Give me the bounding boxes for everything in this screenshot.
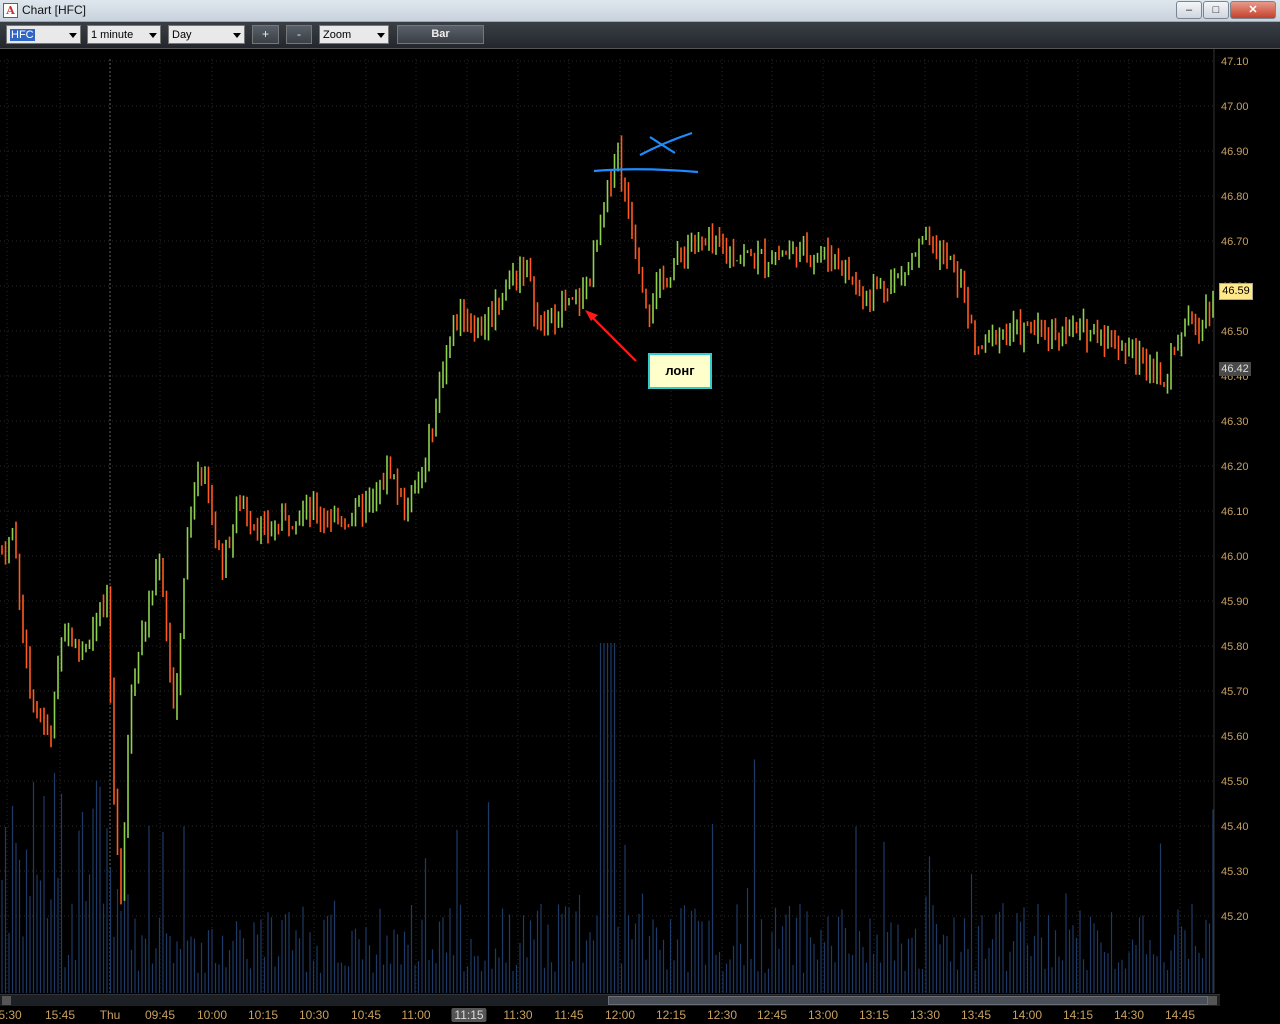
time-tick-label: 12:30 bbox=[706, 1008, 738, 1022]
chart-style-button[interactable]: Bar bbox=[397, 25, 484, 44]
time-tick-label: 10:30 bbox=[298, 1008, 330, 1022]
time-tick-label: 09:45 bbox=[144, 1008, 176, 1022]
interval-value: 1 minute bbox=[91, 29, 134, 41]
price-tick-label: 46.70 bbox=[1221, 236, 1249, 248]
price-tick-label: 47.10 bbox=[1221, 56, 1249, 68]
pen-annotations bbox=[585, 131, 699, 362]
cursor-time-marker: 11:15 bbox=[451, 1008, 487, 1022]
price-tick-label: 45.20 bbox=[1221, 911, 1249, 923]
time-tick-label: 13:30 bbox=[909, 1008, 941, 1022]
time-tick-label: 11:30 bbox=[503, 1008, 533, 1022]
symbol-value: HFC bbox=[10, 29, 35, 41]
minimize-button[interactable]: – bbox=[1176, 1, 1202, 19]
price-tick-label: 45.50 bbox=[1221, 776, 1249, 788]
scrollbar-thumb[interactable] bbox=[608, 996, 1208, 1005]
price-tick-label: 46.20 bbox=[1221, 461, 1249, 473]
price-tick-label: 46.80 bbox=[1221, 191, 1249, 203]
price-tick-label: 45.70 bbox=[1221, 686, 1249, 698]
price-tick-label: 45.60 bbox=[1221, 731, 1249, 743]
zoom-mode-select[interactable]: Zoom bbox=[319, 25, 389, 44]
app-logo-icon: A bbox=[3, 3, 18, 18]
price-chart[interactable]: 47.1047.0046.9046.8046.7046.6046.5046.40… bbox=[0, 49, 1280, 993]
time-tick-label: 13:15 bbox=[858, 1008, 890, 1022]
price-tick-label: 46.90 bbox=[1221, 146, 1249, 158]
interval-select[interactable]: 1 minute bbox=[87, 25, 161, 44]
price-tick-label: 45.40 bbox=[1221, 821, 1249, 833]
last-price-marker: 46.59 bbox=[1219, 283, 1253, 300]
maximize-button[interactable]: □ bbox=[1203, 1, 1229, 19]
range-value: Day bbox=[172, 29, 192, 41]
price-tick-label: 45.80 bbox=[1221, 641, 1249, 653]
cursor-price-marker: 46.42 bbox=[1219, 362, 1251, 376]
time-axis: 5:30 15:45 Thu 09:45 10:00 10:15 10:30 10:45 11:… bbox=[0, 1006, 1220, 1024]
symbol-select[interactable]: HFC bbox=[6, 25, 81, 44]
price-tick-label: 46.00 bbox=[1221, 551, 1249, 563]
time-tick-label: 14:45 bbox=[1164, 1008, 1196, 1022]
time-tick-label: 13:00 bbox=[807, 1008, 839, 1022]
window-title: Chart [HFC] bbox=[22, 3, 87, 17]
price-tick-label: 46.30 bbox=[1221, 416, 1249, 428]
chart-toolbar: HFC 1 minute Day + - Zoom Bar bbox=[0, 22, 1280, 49]
horizontal-level-line bbox=[593, 168, 699, 174]
time-tick-label: 5:30 bbox=[0, 1008, 22, 1022]
time-tick-label: Thu bbox=[99, 1008, 121, 1022]
price-tick-label: 46.10 bbox=[1221, 506, 1249, 518]
close-button[interactable]: ✕ bbox=[1230, 1, 1276, 19]
title-bar: A Chart [HFC] – □ ✕ bbox=[0, 0, 1280, 22]
time-tick-label: 14:30 bbox=[1113, 1008, 1145, 1022]
price-tick-label: 46.50 bbox=[1221, 326, 1249, 338]
price-tick-label: 45.30 bbox=[1221, 866, 1249, 878]
time-tick-label: 10:00 bbox=[196, 1008, 228, 1022]
long-entry-callout[interactable]: лонг bbox=[648, 353, 712, 389]
arrow-head-icon bbox=[585, 310, 598, 321]
time-tick-label: 15:45 bbox=[44, 1008, 76, 1022]
time-tick-label: 10:45 bbox=[350, 1008, 382, 1022]
price-axis: 47.1047.0046.9046.8046.7046.6046.5046.40… bbox=[1221, 56, 1249, 923]
zoom-mode-value: Zoom bbox=[323, 29, 352, 41]
scroll-right-arrow-icon[interactable] bbox=[1208, 996, 1217, 1005]
time-tick-label: 11:00 bbox=[401, 1008, 431, 1022]
price-tick-label: 45.90 bbox=[1221, 596, 1249, 608]
zoom-in-button[interactable]: + bbox=[252, 25, 279, 44]
time-tick-label: 12:45 bbox=[756, 1008, 788, 1022]
time-tick-label: 14:15 bbox=[1062, 1008, 1094, 1022]
arrow-line bbox=[589, 314, 637, 362]
chart-canvas[interactable]: 47.1047.0046.9046.8046.7046.6046.5046.40… bbox=[0, 49, 1280, 993]
zoom-out-button[interactable]: - bbox=[286, 25, 312, 44]
scroll-left-arrow-icon[interactable] bbox=[2, 996, 11, 1005]
chevron-down-icon[interactable] bbox=[377, 33, 385, 38]
time-tick-label: 10:15 bbox=[247, 1008, 279, 1022]
cross-mark-stroke bbox=[639, 131, 693, 156]
time-tick-label: 12:00 bbox=[604, 1008, 636, 1022]
time-tick-label: 13:45 bbox=[960, 1008, 992, 1022]
time-tick-label: 14:00 bbox=[1011, 1008, 1043, 1022]
chevron-down-icon[interactable] bbox=[149, 33, 157, 38]
time-tick-label: 11:45 bbox=[554, 1008, 584, 1022]
range-select[interactable]: Day bbox=[168, 25, 245, 44]
chevron-down-icon[interactable] bbox=[233, 33, 241, 38]
volume-bars bbox=[1, 643, 1214, 993]
chevron-down-icon[interactable] bbox=[69, 33, 77, 38]
price-tick-label: 47.00 bbox=[1221, 101, 1249, 113]
time-tick-label: 12:15 bbox=[655, 1008, 687, 1022]
